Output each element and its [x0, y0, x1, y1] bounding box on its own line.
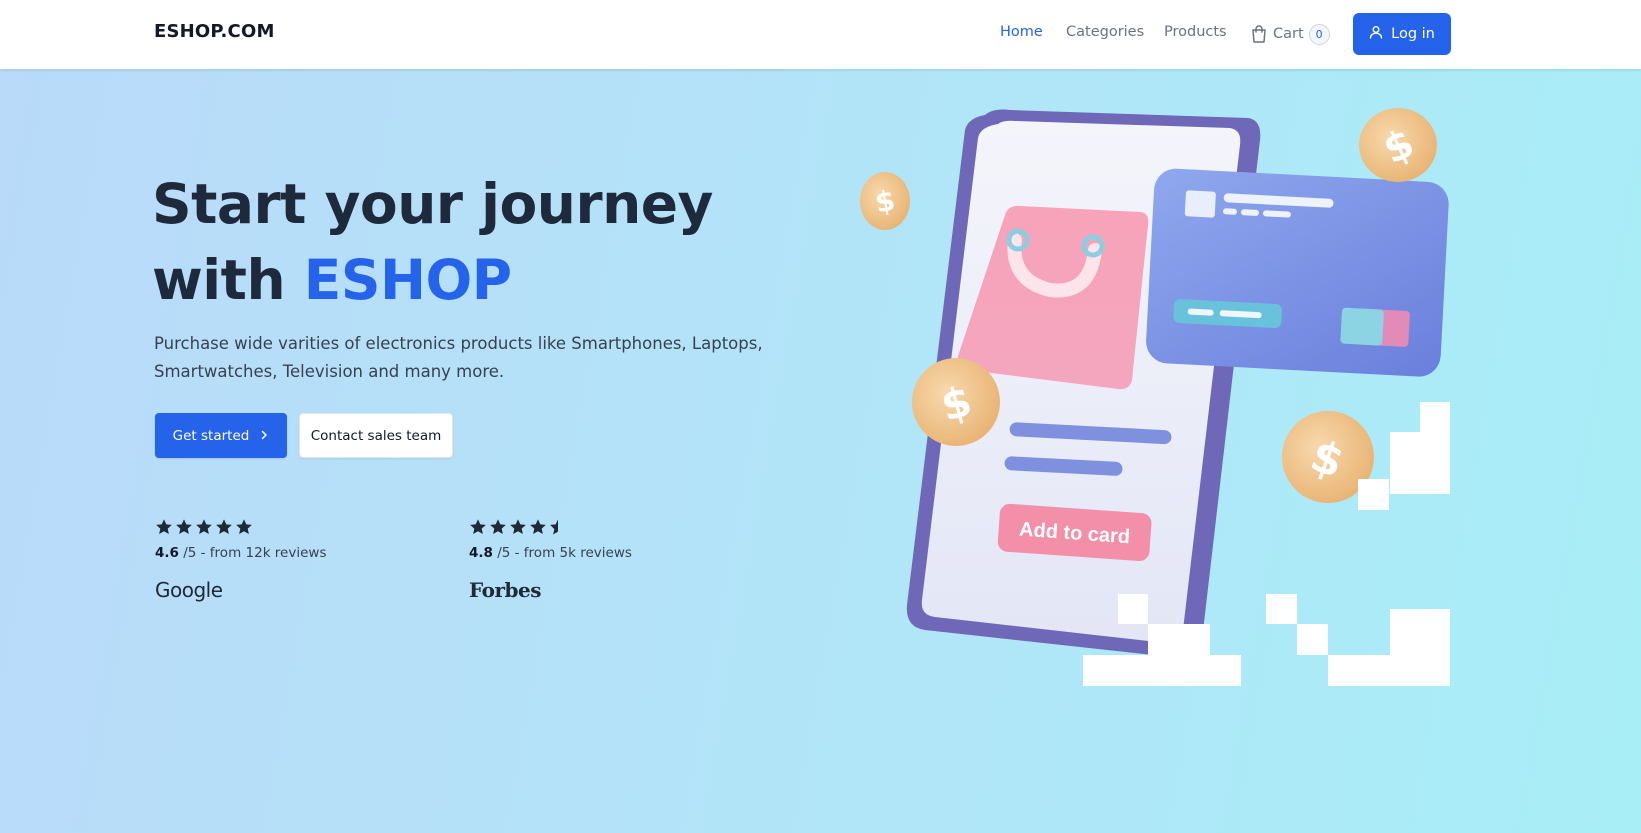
get-started-label: Get started: [172, 427, 250, 444]
nav-link-home[interactable]: Home: [1000, 24, 1043, 40]
rating-text: 4.8 /5 - from 5k reviews: [469, 545, 632, 561]
google-logo: Google: [155, 578, 223, 602]
star-rating: [155, 516, 326, 538]
star-icon: [236, 519, 252, 535]
cart-label: Cart: [1273, 26, 1304, 42]
cart-count-badge: 0: [1308, 23, 1330, 45]
star-rating: [469, 516, 632, 538]
rating-suffix: /5 - from 12k reviews: [178, 545, 327, 561]
star-icon: [176, 519, 192, 535]
rating-forbes: 4.8 /5 - from 5k reviews Forbes: [469, 516, 632, 602]
navbar: ESHOP.COM Home Categories Products Cart …: [0, 0, 1641, 69]
nav-link-categories[interactable]: Categories: [1066, 24, 1144, 40]
coin-icon: $: [912, 358, 1000, 446]
get-started-button[interactable]: Get started: [155, 413, 287, 458]
coin-icon: $: [860, 172, 910, 230]
hero-title-accent: ESHOP: [303, 248, 512, 312]
star-icon: [156, 519, 172, 535]
cart-link[interactable]: Cart 0: [1250, 21, 1330, 47]
rating-google: 4.6 /5 - from 12k reviews Google: [155, 516, 326, 602]
star-icon: [530, 519, 546, 535]
star-icon: [196, 519, 212, 535]
user-icon: [1369, 25, 1383, 43]
nav-link-products[interactable]: Products: [1164, 24, 1227, 40]
rating-score: 4.8: [469, 545, 493, 561]
rating-text: 4.6 /5 - from 12k reviews: [155, 545, 326, 561]
login-label: Log in: [1391, 26, 1435, 42]
hero-description: Purchase wide varities of electronics pr…: [154, 334, 763, 381]
brand-logo[interactable]: ESHOP.COM: [154, 21, 275, 42]
star-half-icon: [550, 519, 558, 535]
hero-title-line1: Start your journey: [152, 172, 713, 236]
hero-title-prefix: with: [152, 248, 304, 312]
star-icon: [470, 519, 486, 535]
hero-illustration: Add to card $ $ $ $: [850, 100, 1460, 700]
contact-sales-button[interactable]: Contact sales team: [299, 413, 453, 458]
forbes-logo: Forbes: [469, 578, 541, 602]
chevron-right-icon: [259, 428, 269, 444]
shopping-bag-icon: [1250, 24, 1268, 44]
coin-icon: $: [1359, 108, 1437, 182]
rating-suffix: /5 - from 5k reviews: [492, 545, 632, 561]
star-icon: [216, 519, 232, 535]
star-icon: [490, 519, 506, 535]
hero-title: Start your journey with ESHOP: [152, 166, 802, 318]
credit-card-graphic: [1146, 168, 1449, 377]
login-button[interactable]: Log in: [1353, 13, 1451, 55]
star-icon: [510, 519, 526, 535]
rating-score: 4.6: [155, 545, 179, 561]
